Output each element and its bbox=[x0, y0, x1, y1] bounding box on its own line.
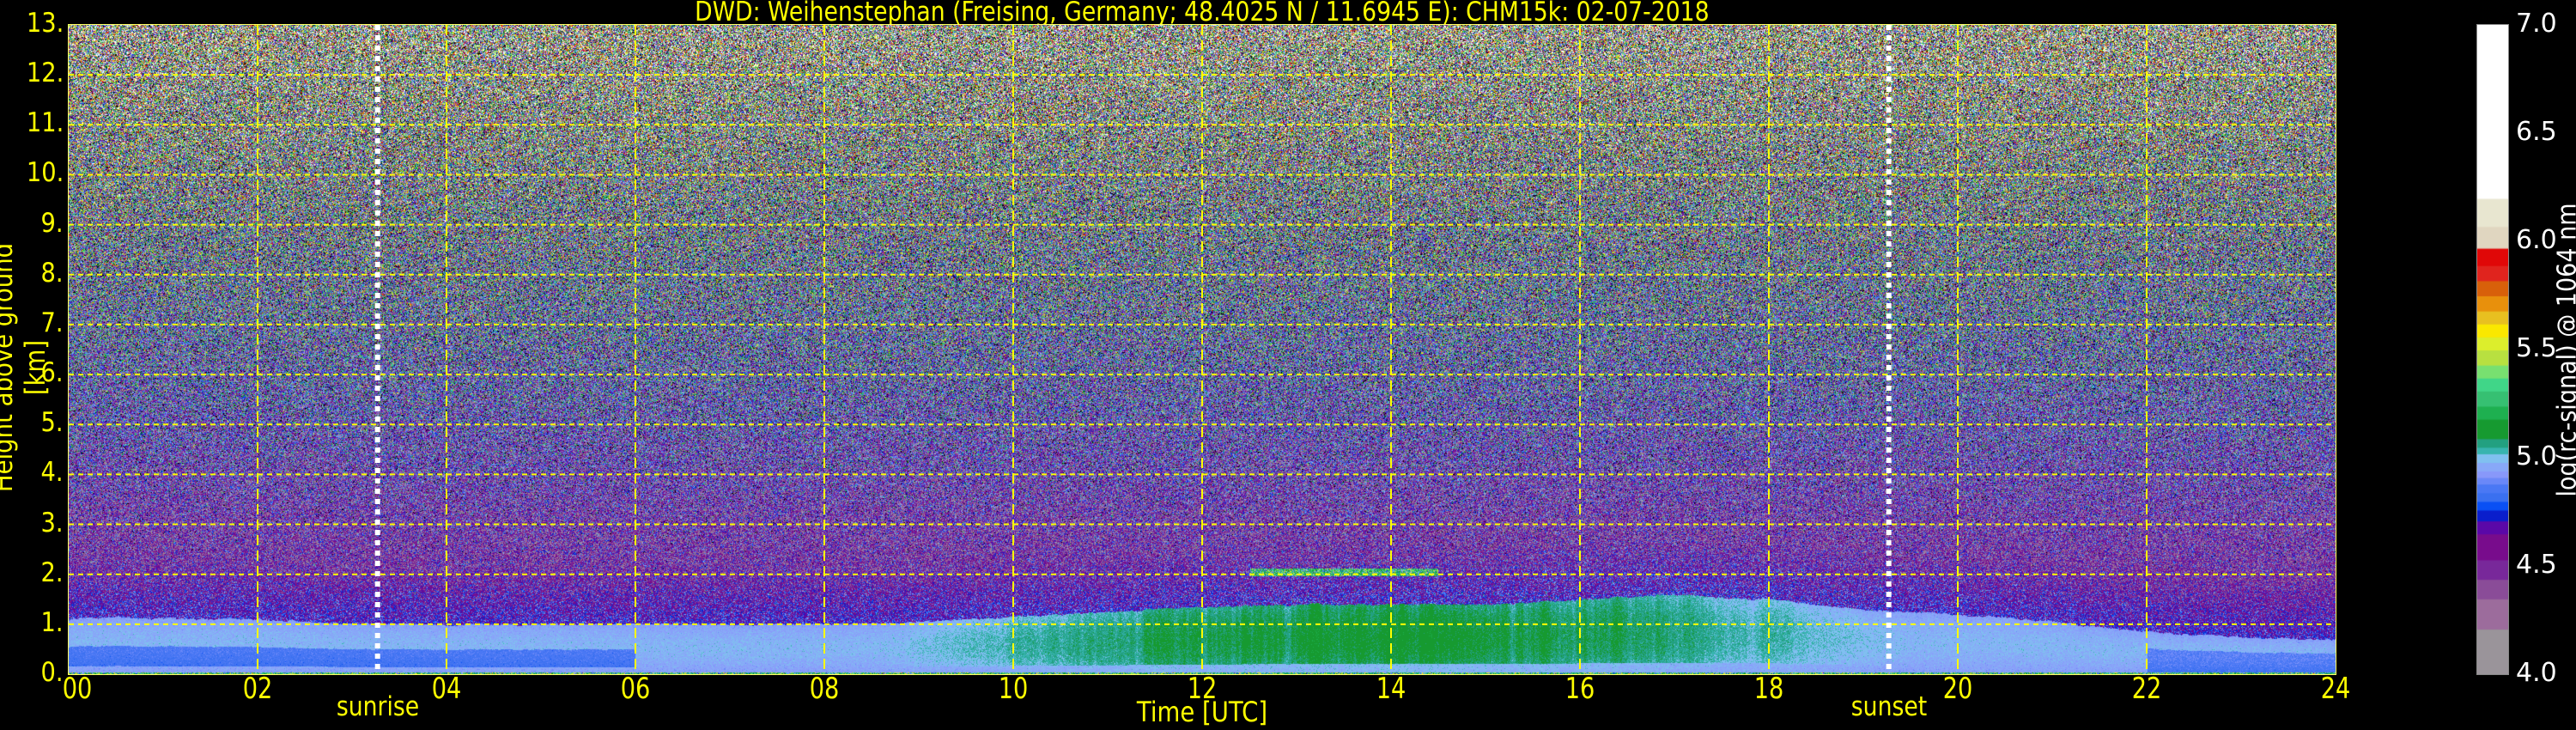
colorbar-label: log(rc-signal) @ 1064 nm bbox=[2553, 196, 2576, 505]
colorbar-tick-label: 6.5 bbox=[2516, 119, 2557, 145]
y-tick-label: 10. bbox=[27, 160, 64, 186]
x-tick-label: 02 bbox=[230, 672, 285, 706]
x-tick-label: 08 bbox=[797, 672, 852, 706]
chart-title-text: DWD: Weihenstephan (Freising, Germany; 4… bbox=[695, 0, 1709, 27]
colorbar-tick-label: 5.0 bbox=[2516, 444, 2557, 470]
x-tick-label: 14 bbox=[1364, 672, 1419, 706]
x-tick-label: 22 bbox=[2119, 672, 2174, 706]
chart-title: DWD: Weihenstephan (Freising, Germany; 4… bbox=[0, 0, 2404, 27]
y-tick-label: 12. bbox=[27, 60, 64, 87]
colorbar-tick-label: 6.0 bbox=[2516, 228, 2557, 253]
x-tick-label: 24 bbox=[2308, 672, 2363, 706]
x-tick-label: 06 bbox=[608, 672, 663, 706]
y-tick-label: 11. bbox=[27, 110, 64, 137]
y-tick-label: 1. bbox=[41, 610, 64, 636]
y-axis-label: Height above ground [km] bbox=[0, 220, 52, 515]
x-tick-label: 00 bbox=[50, 672, 105, 706]
plot-area bbox=[69, 25, 2336, 674]
sunset-label: sunset bbox=[1815, 691, 1963, 722]
x-tick-label: 18 bbox=[1741, 672, 1796, 706]
colorbar-tick-label: 4.5 bbox=[2516, 552, 2557, 578]
x-tick-label: 16 bbox=[1552, 672, 1607, 706]
colorbar-tick-label: 5.5 bbox=[2516, 336, 2557, 362]
colorbar-tick-label: 4.0 bbox=[2516, 660, 2557, 686]
x-axis-label: Time [UTC] bbox=[1054, 696, 1350, 728]
colorbar bbox=[2477, 25, 2508, 674]
y-tick-label: 2. bbox=[41, 560, 64, 587]
sunrise-label: sunrise bbox=[304, 691, 452, 722]
colorbar-tick-label: 7.0 bbox=[2516, 11, 2557, 37]
grid-overlay bbox=[69, 25, 2336, 674]
x-tick-label: 10 bbox=[986, 672, 1041, 706]
y-tick-label: 13. bbox=[27, 10, 64, 37]
